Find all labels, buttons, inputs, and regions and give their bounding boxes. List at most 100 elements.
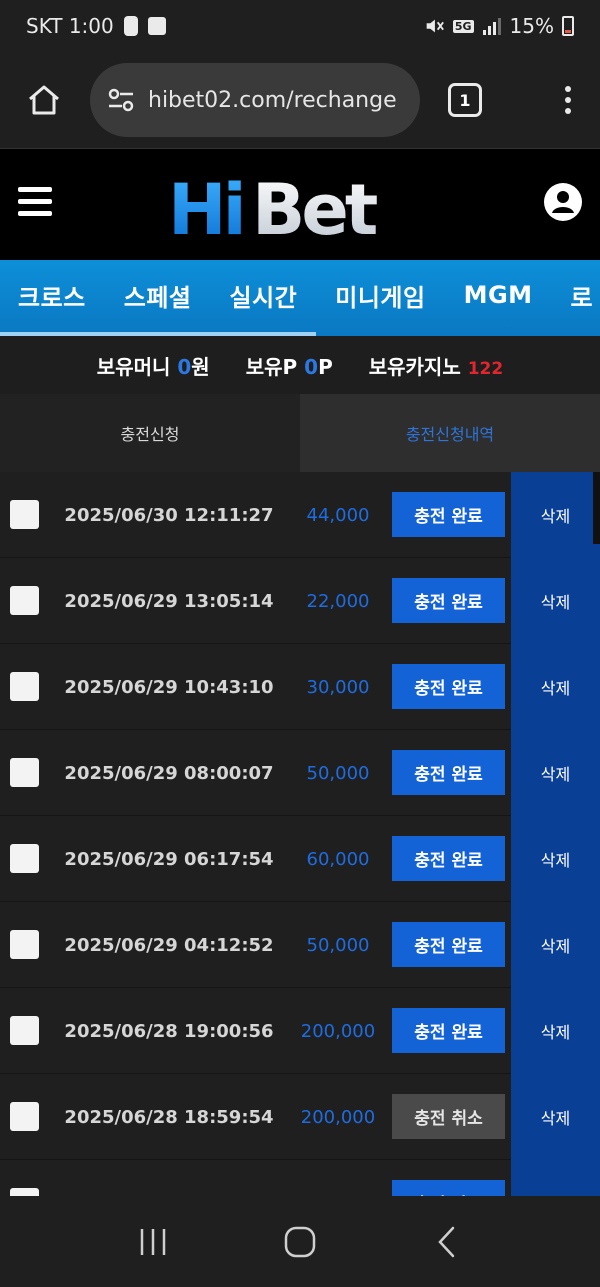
row-date: 2025/06/30 12:11:27 [64, 504, 274, 526]
row-delete-button[interactable]: 삭제 [511, 558, 600, 644]
svg-text:Bet: Bet [252, 171, 377, 243]
row-status-badge: 충전 완료 [392, 578, 505, 623]
tab-count: 1 [459, 90, 471, 110]
money-balance: 보유머니 0원 [97, 351, 210, 380]
row-checkbox[interactable] [10, 1188, 39, 1196]
row-checkbox[interactable] [10, 1102, 39, 1131]
history-row: 2025/06/28 18:59:54 200,000 충전 취소 삭제 [0, 1074, 600, 1160]
row-checkbox[interactable] [10, 1016, 39, 1045]
recents-icon[interactable] [128, 1217, 178, 1267]
history-row: 2025/06/28 19:00:56 200,000 충전 완료 삭제 [0, 988, 600, 1074]
casino-balance: 보유카지노 122 [369, 351, 503, 380]
browser-toolbar: hibet02.com/rechange 1 [0, 52, 600, 148]
row-amount: 100,000 [290, 1160, 386, 1197]
url-bar[interactable]: hibet02.com/rechange [90, 63, 420, 137]
carrier-time: SKT 1:00 [26, 14, 114, 38]
row-amount: 200,000 [300, 1020, 376, 1042]
row-status-badge: 충전 완료 [392, 664, 505, 709]
point-value: 0 [304, 354, 319, 379]
row-date: 2025/06/29 08:00:07 [64, 762, 274, 784]
row-status-badge: 충전 취소 [392, 1094, 505, 1139]
tab-recharge-history[interactable]: 충전신청내역 [300, 394, 600, 472]
home-nav-icon[interactable] [275, 1217, 325, 1267]
history-row: 2025/06/29 10:43:10 30,000 충전 완료 삭제 [0, 644, 600, 730]
category-item[interactable]: 로 [571, 278, 594, 313]
row-amount: 22,000 [306, 590, 370, 612]
row-delete-button[interactable]: 삭제 [511, 902, 600, 988]
row-checkbox[interactable] [10, 586, 39, 615]
row-checkbox[interactable] [10, 500, 39, 529]
mute-icon [426, 19, 444, 33]
category-item[interactable]: 실시간 [230, 278, 298, 313]
signal-icon [482, 18, 501, 35]
money-label: 보유머니 [96, 354, 171, 379]
row-status-badge: 충전 완료 [392, 836, 505, 881]
tune-icon[interactable] [106, 85, 136, 115]
row-date: 2025/06/29 04:12:52 [64, 934, 274, 956]
history-row: 2025/06/29 13:05:14 22,000 충전 완료 삭제 [0, 558, 600, 644]
hibet-logo[interactable]: Hi Bet [168, 171, 426, 243]
row-amount: 30,000 [306, 676, 370, 698]
row-checkbox[interactable] [10, 930, 39, 959]
history-row: 2025/06/29 04:12:52 50,000 충전 완료 삭제 [0, 902, 600, 988]
balance-bar: 보유머니 0원 보유P 0P 보유카지노 122 [0, 336, 600, 394]
tabs-icon[interactable]: 1 [448, 83, 482, 117]
row-date: 2025/06/29 13:05:14 [64, 590, 274, 612]
row-status-badge: 충전 완료 [392, 922, 505, 967]
row-date: 2025/06/28 17:43:54 [50, 1160, 288, 1197]
money-unit: 원 [191, 354, 210, 379]
row-delete-button[interactable]: 삭제 [511, 644, 600, 730]
home-icon[interactable] [22, 78, 66, 122]
row-checkbox[interactable] [10, 844, 39, 873]
row-delete-button[interactable]: 삭제 [511, 1160, 600, 1196]
row-status-badge: 충전 완료 [392, 1180, 505, 1196]
scroll-edge [593, 472, 600, 544]
row-status-badge: 충전 완료 [392, 1008, 505, 1053]
row-amount: 50,000 [306, 762, 370, 784]
history-row: 2025/06/30 12:11:27 44,000 충전 완료 삭제 [0, 472, 600, 558]
row-status-badge: 충전 완료 [392, 492, 505, 537]
row-checkbox[interactable] [10, 758, 39, 787]
row-date: 2025/06/29 06:17:54 [64, 848, 274, 870]
svg-text:Hi: Hi [168, 171, 243, 243]
row-status-badge: 충전 완료 [392, 750, 505, 795]
casino-label: 보유카지노 [368, 354, 461, 379]
category-list: 크로스 스페셜 실시간 미니게임 MGM 로 [0, 260, 600, 330]
battery-icon [562, 16, 574, 36]
money-value: 0 [177, 354, 192, 379]
alert-icon [123, 16, 138, 36]
category-item[interactable]: MGM [464, 281, 533, 309]
row-delete-button[interactable]: 삭제 [511, 988, 600, 1074]
recharge-history-list: 2025/06/30 12:11:27 44,000 충전 완료 삭제 2025/06/… [0, 472, 600, 1196]
status-bar: SKT 1:00 5G 15% [0, 0, 600, 52]
back-icon[interactable] [422, 1217, 472, 1267]
status-right: 5G 15% [423, 14, 574, 38]
row-amount: 50,000 [306, 934, 370, 956]
row-delete-button[interactable]: 삭제 [511, 1074, 600, 1160]
row-date: 2025/06/28 19:00:56 [64, 1020, 274, 1042]
system-nav-bar [0, 1196, 600, 1287]
screen: SKT 1:00 5G 15% hibet02.com/rechange 1 H… [0, 0, 600, 1287]
row-amount: 200,000 [300, 1106, 376, 1128]
recharge-tabs: 충전신청 충전신청내역 [0, 394, 600, 472]
row-delete-button[interactable]: 삭제 [511, 472, 600, 558]
url-text[interactable]: hibet02.com/rechange [148, 88, 397, 113]
category-item[interactable]: 미니게임 [335, 278, 425, 313]
more-vert-icon[interactable] [558, 86, 578, 114]
row-delete-button[interactable]: 삭제 [511, 816, 600, 902]
row-delete-button[interactable]: 삭제 [511, 730, 600, 816]
row-date: 2025/06/29 10:43:10 [64, 676, 274, 698]
history-row: 2025/06/28 17:43:54100,000 충전 완료 삭제 [0, 1160, 600, 1196]
tab-recharge-apply[interactable]: 충전신청 [0, 394, 300, 472]
point-unit: P [318, 354, 333, 379]
hamburger-icon[interactable] [18, 187, 52, 216]
category-item[interactable]: 크로스 [18, 278, 86, 313]
status-left: SKT 1:00 [26, 14, 166, 38]
account-icon[interactable] [544, 183, 582, 221]
row-date: 2025/06/28 18:59:54 [64, 1106, 274, 1128]
row-amount: 44,000 [306, 504, 370, 526]
row-checkbox[interactable] [10, 672, 39, 701]
site-header: Hi Bet [0, 148, 600, 260]
point-label: 보유P [245, 354, 298, 379]
category-item[interactable]: 스페셜 [124, 278, 192, 313]
